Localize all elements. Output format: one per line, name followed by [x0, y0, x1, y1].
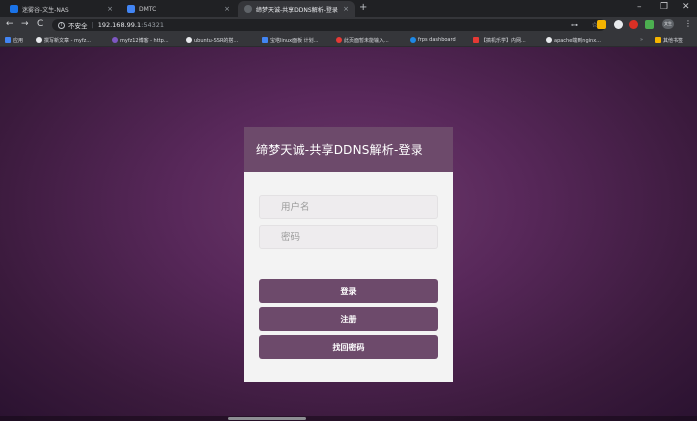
- address-bar[interactable]: i 不安全 | 192.168.99.1:54321 ⊶ ☆: [52, 19, 606, 31]
- blog-icon: [112, 37, 118, 43]
- bookmark-item[interactable]: 撰写新文章 - myfz...: [36, 35, 91, 45]
- folder-icon: [655, 37, 661, 43]
- close-icon[interactable]: ×: [224, 5, 230, 13]
- extension-icon[interactable]: [597, 20, 606, 29]
- login-card-header: 缔梦天诚-共享DDNS解析-登录: [244, 127, 453, 172]
- bookmarks-bar: 应用 撰写新文章 - myfz... myfz12博客 - http... ub…: [0, 33, 697, 47]
- window-close-icon[interactable]: ✕: [682, 2, 690, 12]
- divider: |: [91, 21, 94, 29]
- username-input[interactable]: [259, 195, 438, 219]
- back-icon[interactable]: ←: [6, 19, 14, 30]
- url-port: :54321: [141, 21, 164, 29]
- reload-icon[interactable]: C: [37, 19, 43, 30]
- bookmark-label: 宝塔linux面板 计划...: [270, 37, 319, 44]
- bookmark-label: ubuntu-SSR的搭...: [194, 37, 239, 44]
- login-button[interactable]: 登录: [259, 279, 438, 303]
- maximize-icon[interactable]: ❐: [660, 2, 668, 12]
- page-viewport: 缔梦天诚-共享DDNS解析-登录 登录 注册 找回密码: [0, 47, 697, 421]
- info-icon[interactable]: i: [58, 21, 65, 29]
- bookmark-item[interactable]: apache端到nginx...: [546, 35, 601, 45]
- globe-icon: [546, 37, 552, 43]
- globe-icon: [36, 37, 42, 43]
- browser-toolbar: ← → C i 不安全 | 192.168.99.1:54321 ⊶ ☆: [0, 17, 697, 33]
- minimize-icon[interactable]: –: [637, 2, 642, 12]
- dmtc-favicon-icon: [127, 5, 135, 13]
- bookmark-label: frps dashboard: [418, 37, 456, 43]
- tab-login-active[interactable]: 缔梦天诚-共享DDNS解析-登录 ×: [238, 1, 355, 17]
- tab-title: 迷雾谷-文生-NAS: [22, 6, 69, 14]
- horizontal-scrollbar[interactable]: [0, 416, 697, 421]
- url-host: 192.168.99.1: [97, 21, 142, 29]
- frp-icon: [410, 37, 416, 43]
- tab-title: 缔梦天诚-共享DDNS解析-登录: [256, 6, 338, 14]
- bookmark-item[interactable]: myfz12博客 - http...: [112, 35, 169, 45]
- forward-icon[interactable]: →: [21, 19, 29, 30]
- tab-dmtc[interactable]: DMTC ×: [121, 1, 236, 17]
- password-input[interactable]: [259, 225, 438, 249]
- p-icon: [336, 37, 342, 43]
- red-extension-icon[interactable]: [629, 20, 638, 29]
- bookmark-item[interactable]: 【搞机乐学】内网...: [473, 35, 526, 45]
- blog-icon: [473, 37, 479, 43]
- bookmark-item[interactable]: 此页面暂未能输入...: [336, 35, 389, 45]
- bookmark-label: 撰写新文章 - myfz...: [44, 37, 91, 44]
- profile-avatar[interactable]: 文生: [662, 19, 674, 29]
- recover-password-button[interactable]: 找回密码: [259, 335, 438, 359]
- bookmark-label: 此页面暂未能输入...: [344, 37, 389, 44]
- scroll-thumb[interactable]: [228, 417, 306, 420]
- bookmark-label: 应用: [13, 37, 24, 44]
- key-icon[interactable]: ⊶: [571, 19, 578, 31]
- close-icon[interactable]: ×: [343, 5, 349, 13]
- panel-icon: [262, 37, 268, 43]
- tab-title: DMTC: [139, 5, 157, 13]
- bookmark-item[interactable]: frps dashboard: [410, 35, 456, 45]
- bookmark-item[interactable]: ubuntu-SSR的搭...: [186, 35, 238, 45]
- bookmark-apps[interactable]: 应用: [5, 35, 23, 45]
- login-card: 缔梦天诚-共享DDNS解析-登录 登录 注册 找回密码: [244, 127, 453, 382]
- new-tab-icon[interactable]: +: [359, 2, 367, 13]
- bookmark-label: myfz12博客 - http...: [120, 37, 169, 44]
- tab-nas[interactable]: 迷雾谷-文生-NAS ×: [4, 1, 119, 17]
- cloud-extension-icon[interactable]: [614, 20, 623, 29]
- bookmark-label: apache端到nginx...: [554, 37, 601, 44]
- bookmark-label: 其他书签: [663, 37, 684, 44]
- globe-icon: [244, 5, 252, 13]
- register-button[interactable]: 注册: [259, 307, 438, 331]
- translate-extension-icon[interactable]: [645, 20, 654, 29]
- bookmarks-overflow-icon[interactable]: »: [640, 35, 643, 45]
- other-bookmarks[interactable]: 其他书签: [655, 35, 683, 45]
- globe-icon: [186, 37, 192, 43]
- menu-dots-icon[interactable]: ⋮: [684, 19, 692, 28]
- page-title: 缔梦天诚-共享DDNS解析-登录: [256, 143, 423, 157]
- security-label[interactable]: 不安全: [68, 20, 88, 30]
- tab-strip: 迷雾谷-文生-NAS × DMTC × 缔梦天诚-共享DDNS解析-登录 × +…: [0, 0, 697, 17]
- bookmark-item[interactable]: 宝塔linux面板 计划...: [262, 35, 318, 45]
- apps-icon: [5, 37, 11, 43]
- close-icon[interactable]: ×: [107, 5, 113, 13]
- nas-favicon-icon: [10, 5, 18, 13]
- bookmark-label: 【搞机乐学】内网...: [481, 37, 526, 44]
